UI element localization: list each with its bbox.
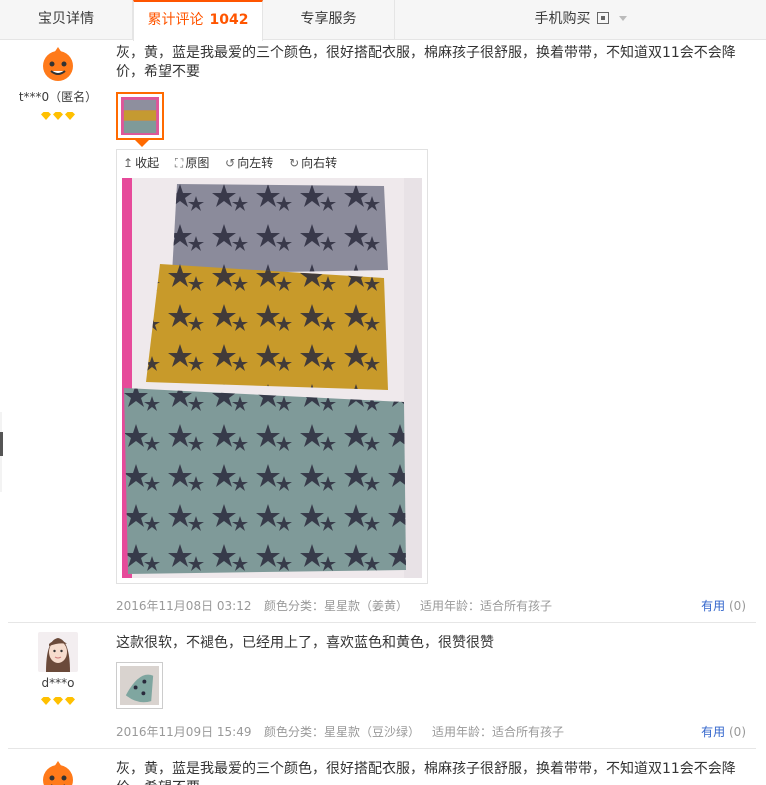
original-image-button[interactable]: ⛶ 原图 <box>175 156 209 170</box>
tab-label: 专享服务 <box>300 11 357 27</box>
rotate-right-icon: ↻ <box>289 156 300 170</box>
girl-photo-icon[interactable] <box>38 632 78 672</box>
diamond-icon <box>53 112 63 120</box>
helpful-button[interactable]: 有用 (0) <box>701 597 746 614</box>
review-meta: 2016年11月09日 15:49 颜色分类：星星款（豆沙绿） 适用年龄：适合所有孩… <box>116 723 746 740</box>
review-user: t***0（匿名） <box>8 44 108 120</box>
scarf-photo <box>120 666 159 705</box>
review-divider <box>8 622 756 623</box>
review-text: 灰，黄，蓝是我最爱的三个颜色，很好搭配衣服，棉麻孩子很舒服，换着带带，不知道双1… <box>116 761 736 785</box>
diamond-icon <box>41 697 51 705</box>
orange-mascot-icon[interactable] <box>38 758 78 785</box>
diamond-icon <box>53 697 63 705</box>
sku-age: 适用年龄：适合所有孩子 <box>420 599 553 613</box>
sku-color: 颜色分类：星星款（豆沙绿） <box>264 725 421 739</box>
rotate-right-button[interactable]: ↻ 向右转 <box>289 156 337 170</box>
tab-label: 手机购买 <box>534 11 591 27</box>
diamond-icon <box>65 112 75 120</box>
tab-label: 累计评论 <box>147 12 204 28</box>
review-text: 这款很软，不褪色，已经用上了，喜欢蓝色和黄色，很赞很赞 <box>116 635 494 651</box>
user-name[interactable]: t***0（匿名） <box>8 88 108 105</box>
collapse-button[interactable]: ↥ 收起 <box>123 156 159 170</box>
review-date: 2016年11月09日 15:49 <box>116 725 252 739</box>
scarf-photo <box>121 97 159 135</box>
helpful-count: (0) <box>729 725 746 739</box>
review-date: 2016年11月08日 03:12 <box>116 599 252 613</box>
review-user <box>8 758 108 785</box>
review-user: d***o <box>8 632 108 705</box>
arrow-up-icon: ↥ <box>123 156 134 170</box>
scroll-handle[interactable] <box>0 432 3 456</box>
user-rank <box>8 694 108 705</box>
helpful-button[interactable]: 有用 (0) <box>701 723 746 740</box>
qr-code-icon <box>596 12 609 24</box>
viewer-toolbar: ↥ 收起 ⛶ 原图 ↺ 向左转 ↻ 向右转 <box>117 150 427 176</box>
review-divider <box>8 748 756 749</box>
review-photo-thumb[interactable] <box>116 662 163 709</box>
review-text: 灰，黄，蓝是我最爱的三个颜色，很好搭配衣服，棉麻孩子很舒服，换着带带，不知道双1… <box>116 45 736 80</box>
tab-mobile-buy[interactable]: 手机购买 <box>395 0 766 40</box>
review-meta: 2016年11月08日 03:12 颜色分类：星星款（姜黄） 适用年龄：适合所有孩子… <box>116 597 746 614</box>
rotate-left-button[interactable]: ↺ 向左转 <box>225 156 273 170</box>
photo-viewer: ↥ 收起 ⛶ 原图 ↺ 向左转 ↻ 向右转 <box>116 149 428 584</box>
review-count: 1042 <box>209 12 249 28</box>
thumb-pointer <box>135 140 149 147</box>
tab-item-details[interactable]: 宝贝详情 <box>0 0 133 40</box>
tab-bar: 宝贝详情 累计评论 1042 专享服务 手机购买 <box>0 0 766 41</box>
helpful-count: (0) <box>729 599 746 613</box>
expand-icon: ⛶ <box>174 156 184 170</box>
rotate-left-icon: ↺ <box>225 156 236 170</box>
review-photo-large[interactable] <box>122 178 422 578</box>
user-name[interactable]: d***o <box>8 676 108 690</box>
chevron-down-icon <box>618 16 627 21</box>
orange-mascot-icon[interactable] <box>38 44 78 84</box>
tab-reviews[interactable]: 累计评论 1042 <box>133 0 263 41</box>
sku-age: 适用年龄：适合所有孩子 <box>432 725 565 739</box>
diamond-icon <box>41 112 51 120</box>
diamond-icon <box>65 697 75 705</box>
sku-color: 颜色分类：星星款（姜黄） <box>264 599 409 613</box>
tab-label: 宝贝详情 <box>38 11 94 27</box>
review-photo-thumb[interactable] <box>116 92 164 140</box>
tab-services[interactable]: 专享服务 <box>263 0 395 40</box>
user-rank <box>8 109 108 120</box>
